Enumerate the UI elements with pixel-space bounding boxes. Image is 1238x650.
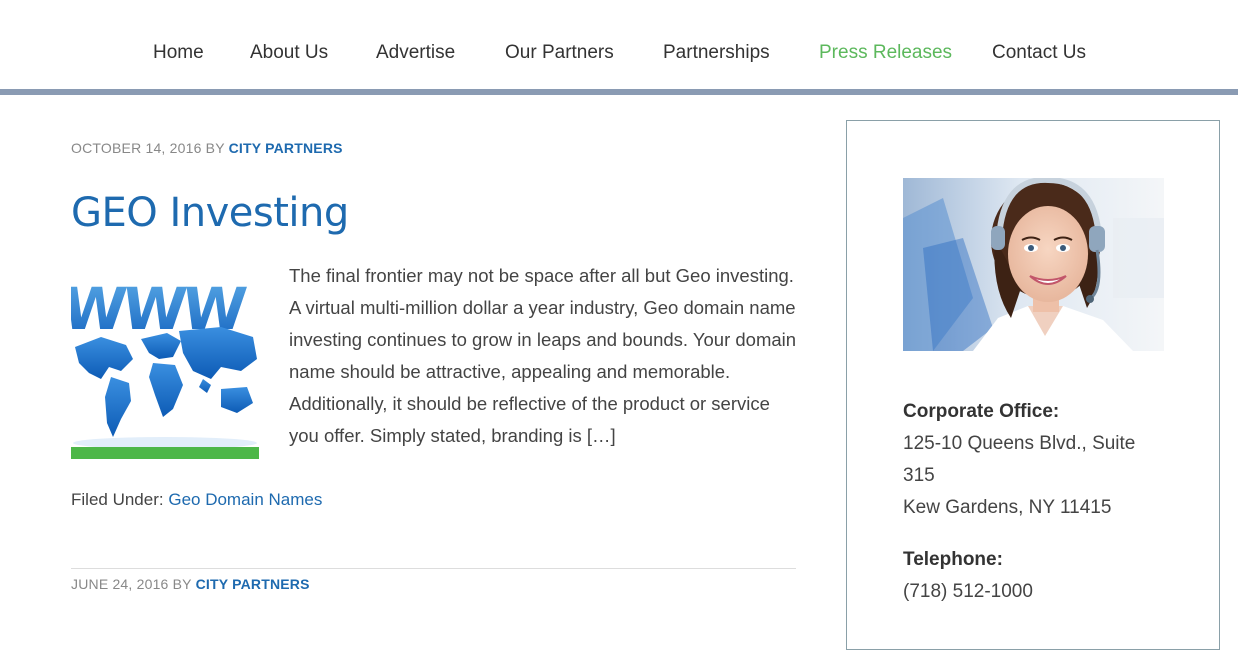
support-agent-icon bbox=[903, 178, 1164, 351]
category-link[interactable]: Geo Domain Names bbox=[168, 490, 322, 509]
post-author-link[interactable]: CITY PARTNERS bbox=[229, 140, 343, 156]
nav-item-about-us[interactable]: About Us bbox=[250, 42, 328, 64]
post-excerpt: The final frontier may not be space afte… bbox=[289, 265, 797, 446]
post-by-2: BY bbox=[172, 576, 192, 592]
www-world-map-icon: WWW bbox=[71, 267, 259, 459]
www-world-map-image[interactable]: WWW bbox=[71, 267, 259, 459]
thumbnail-green-bar bbox=[71, 447, 259, 459]
post-meta: OCTOBER 14, 2016 BY CITY PARTNERS bbox=[71, 140, 343, 156]
post-categories: Filed Under: Geo Domain Names bbox=[71, 490, 322, 510]
top-navigation: Home About Us Advertise Our Partners Par… bbox=[0, 0, 1238, 89]
post-by: BY bbox=[205, 140, 225, 156]
telephone-number[interactable]: (718) 512-1000 bbox=[903, 576, 1033, 608]
post-date: OCTOBER 14, 2016 bbox=[71, 140, 202, 156]
post-author-link-2[interactable]: CITY PARTNERS bbox=[196, 576, 310, 592]
nav-divider-bar bbox=[0, 89, 1238, 95]
post-divider bbox=[71, 568, 796, 569]
nav-item-contact-us[interactable]: Contact Us bbox=[992, 42, 1086, 64]
address-line-1: 125-10 Queens Blvd., Suite bbox=[903, 433, 1136, 454]
post-title-link[interactable]: GEO Investing bbox=[71, 190, 349, 236]
address-line-2: 315 bbox=[903, 465, 935, 486]
support-agent-photo bbox=[903, 178, 1164, 351]
nav-item-partnerships[interactable]: Partnerships bbox=[663, 42, 770, 64]
post-date-2: JUNE 24, 2016 bbox=[71, 576, 169, 592]
nav-item-advertise[interactable]: Advertise bbox=[376, 42, 455, 64]
nav-item-home[interactable]: Home bbox=[153, 42, 204, 64]
corporate-office-label: Corporate Office: bbox=[903, 401, 1060, 422]
post-meta-2: JUNE 24, 2016 BY CITY PARTNERS bbox=[71, 576, 310, 592]
address-line-3: Kew Gardens, NY 11415 bbox=[903, 497, 1112, 518]
nav-item-press-releases[interactable]: Press Releases bbox=[819, 42, 952, 64]
nav-item-our-partners[interactable]: Our Partners bbox=[505, 42, 614, 64]
telephone-label: Telephone: bbox=[903, 549, 1003, 570]
filed-under-label: Filed Under: bbox=[71, 490, 164, 509]
